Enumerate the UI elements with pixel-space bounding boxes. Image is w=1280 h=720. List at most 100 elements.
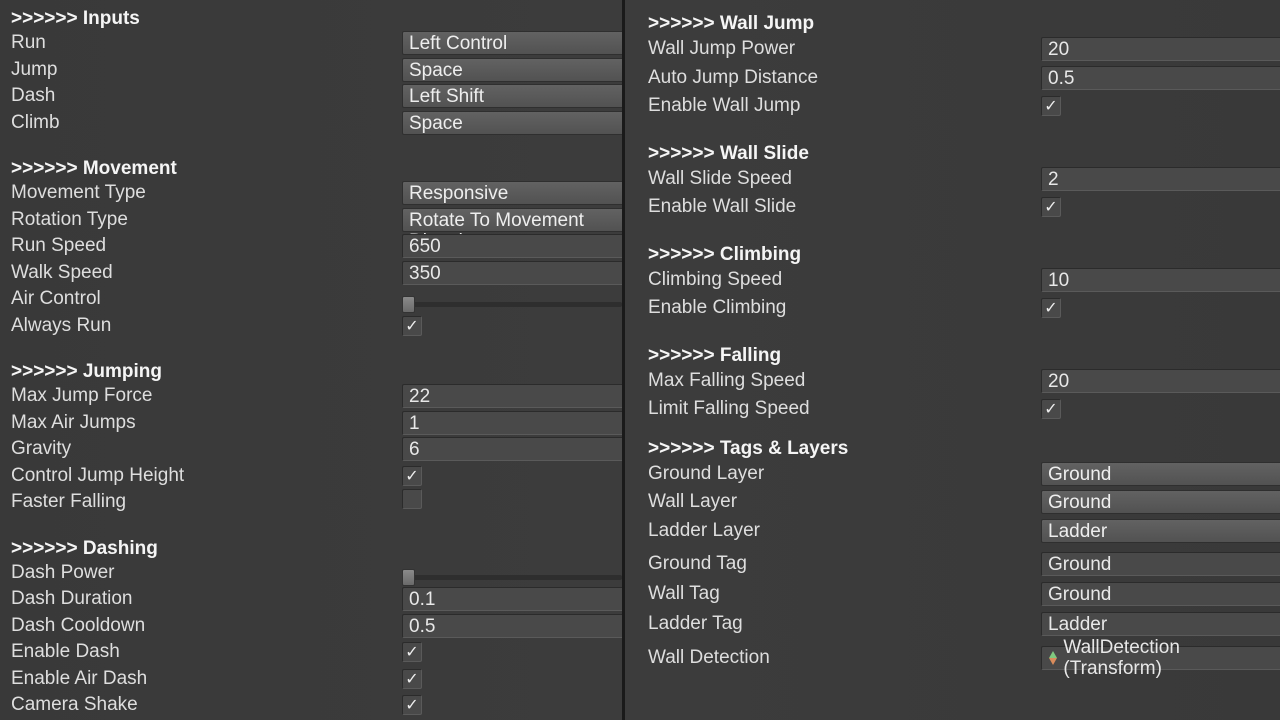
row-enable-wall-jump: Enable Wall Jump ✓	[625, 92, 1280, 121]
row-enable-air-dash: Enable Air Dash ✓	[11, 666, 622, 693]
label-wall-jump-power: Wall Jump Power	[625, 38, 795, 60]
input-run-key[interactable]: Left Control	[402, 31, 622, 55]
label-dash-duration: Dash Duration	[11, 588, 132, 610]
input-ground-tag[interactable]: Ground	[1041, 552, 1280, 576]
row-limit-falling-speed: Limit Falling Speed ✓	[625, 395, 1280, 424]
checkbox-enable-climbing[interactable]: ✓	[1041, 298, 1061, 318]
slider-air-control[interactable]	[402, 302, 622, 307]
section-header-movement: >>>>>> Movement	[11, 158, 622, 180]
checkbox-control-jump-height[interactable]: ✓	[402, 466, 422, 486]
checkbox-enable-dash[interactable]: ✓	[402, 642, 422, 662]
section-header-falling: >>>>>> Falling	[625, 345, 1280, 367]
row-rotation-type: Rotation Type Rotate To Movement Directi…	[11, 207, 622, 234]
checkbox-enable-wall-slide[interactable]: ✓	[1041, 197, 1061, 217]
input-wall-tag[interactable]: Ground	[1041, 582, 1280, 606]
row-ground-tag: Ground Tag Ground	[625, 549, 1280, 579]
row-ground-layer: Ground Layer Ground	[625, 460, 1280, 489]
input-auto-jump-distance[interactable]: 0.5	[1041, 66, 1280, 90]
input-walk-speed[interactable]: 350	[402, 261, 622, 285]
label-max-air-jumps: Max Air Jumps	[11, 412, 136, 434]
checkbox-faster-falling[interactable]	[402, 489, 422, 509]
label-movement-type: Movement Type	[11, 182, 146, 204]
section-header-wall-jump: >>>>>> Wall Jump	[625, 13, 1280, 35]
label-enable-air-dash: Enable Air Dash	[11, 668, 147, 690]
row-dash: Dash Left Shift	[11, 83, 622, 110]
input-ladder-tag[interactable]: Ladder	[1041, 612, 1280, 636]
row-jump: Jump Space	[11, 57, 622, 84]
row-ladder-layer: Ladder Layer Ladder	[625, 517, 1280, 546]
dropdown-movement-type[interactable]: Responsive	[402, 181, 622, 205]
checkbox-enable-air-dash[interactable]: ✓	[402, 669, 422, 689]
row-air-control: Air Control	[11, 286, 622, 313]
label-ladder-layer: Ladder Layer	[625, 520, 760, 542]
row-walk-speed: Walk Speed 350	[11, 260, 622, 287]
row-climbing-speed: Climbing Speed 10	[625, 266, 1280, 295]
row-run-speed: Run Speed 650	[11, 233, 622, 260]
section-header-jumping: >>>>>> Jumping	[11, 361, 622, 383]
input-climb-key[interactable]: Space	[402, 111, 622, 135]
checkbox-limit-falling-speed[interactable]: ✓	[1041, 399, 1061, 419]
input-climbing-speed[interactable]: 10	[1041, 268, 1280, 292]
section-header-climbing: >>>>>> Climbing	[625, 244, 1280, 266]
row-climb: Climb Space	[11, 110, 622, 137]
checkbox-always-run[interactable]: ✓	[402, 316, 422, 336]
input-jump-key[interactable]: Space	[402, 58, 622, 82]
label-faster-falling: Faster Falling	[11, 491, 126, 513]
label-wall-detection: Wall Detection	[625, 647, 770, 669]
row-dash-power: Dash Power	[11, 560, 622, 587]
label-gravity: Gravity	[11, 438, 71, 460]
label-auto-jump-distance: Auto Jump Distance	[625, 67, 818, 89]
row-run: Run Left Control	[11, 30, 622, 57]
row-max-falling-speed: Max Falling Speed 20	[625, 367, 1280, 396]
input-max-jump-force[interactable]: 22	[402, 384, 622, 408]
row-dash-duration: Dash Duration 0.1	[11, 586, 622, 613]
input-dash-duration[interactable]: 0.1	[402, 587, 622, 611]
label-camera-shake: Camera Shake	[11, 694, 138, 716]
label-climb: Climb	[11, 112, 60, 134]
object-wall-detection-text: WallDetection (Transform)	[1063, 637, 1274, 679]
label-rotation-type: Rotation Type	[11, 209, 128, 231]
label-enable-wall-slide: Enable Wall Slide	[625, 196, 796, 218]
input-max-air-jumps[interactable]: 1	[402, 411, 622, 435]
section-header-dashing: >>>>>> Dashing	[11, 538, 622, 560]
label-wall-slide-speed: Wall Slide Speed	[625, 168, 792, 190]
slider-dash-power[interactable]	[402, 575, 622, 580]
label-ladder-tag: Ladder Tag	[625, 613, 743, 635]
input-gravity[interactable]: 6	[402, 437, 622, 461]
label-ground-tag: Ground Tag	[625, 553, 747, 575]
row-wall-tag: Wall Tag Ground	[625, 579, 1280, 609]
input-dash-cooldown[interactable]: 0.5	[402, 614, 622, 638]
label-dash: Dash	[11, 85, 55, 107]
row-enable-dash: Enable Dash ✓	[11, 639, 622, 666]
row-enable-wall-slide: Enable Wall Slide ✓	[625, 193, 1280, 222]
inspector-left-column: >>>>>> Inputs Run Left Control Jump Spac…	[0, 0, 625, 720]
input-wall-slide-speed[interactable]: 2	[1041, 167, 1280, 191]
label-limit-falling-speed: Limit Falling Speed	[625, 398, 810, 420]
dropdown-ladder-layer[interactable]: Ladder	[1041, 519, 1280, 543]
object-wall-detection[interactable]: WallDetection (Transform)	[1041, 646, 1280, 670]
row-max-air-jumps: Max Air Jumps 1	[11, 410, 622, 437]
label-max-jump-force: Max Jump Force	[11, 385, 152, 407]
input-dash-key[interactable]: Left Shift	[402, 84, 622, 108]
label-run: Run	[11, 32, 46, 54]
row-auto-jump-distance: Auto Jump Distance 0.5	[625, 64, 1280, 93]
row-wall-layer: Wall Layer Ground	[625, 488, 1280, 517]
row-enable-climbing: Enable Climbing ✓	[625, 294, 1280, 323]
label-ground-layer: Ground Layer	[625, 463, 764, 485]
input-run-speed[interactable]: 650	[402, 234, 622, 258]
section-header-inputs: >>>>>> Inputs	[11, 8, 622, 30]
dropdown-ground-layer[interactable]: Ground	[1041, 462, 1280, 486]
row-movement-type: Movement Type Responsive	[11, 180, 622, 207]
label-jump: Jump	[11, 59, 57, 81]
label-dash-power: Dash Power	[11, 562, 115, 584]
input-max-falling-speed[interactable]: 20	[1041, 369, 1280, 393]
checkbox-camera-shake[interactable]: ✓	[402, 695, 422, 715]
row-always-run: Always Run ✓	[11, 313, 622, 340]
transform-icon	[1046, 651, 1059, 665]
label-always-run: Always Run	[11, 315, 111, 337]
dropdown-rotation-type[interactable]: Rotate To Movement Direction	[402, 208, 622, 232]
row-dash-cooldown: Dash Cooldown 0.5	[11, 613, 622, 640]
input-wall-jump-power[interactable]: 20	[1041, 37, 1280, 61]
dropdown-wall-layer[interactable]: Ground	[1041, 490, 1280, 514]
checkbox-enable-wall-jump[interactable]: ✓	[1041, 96, 1061, 116]
